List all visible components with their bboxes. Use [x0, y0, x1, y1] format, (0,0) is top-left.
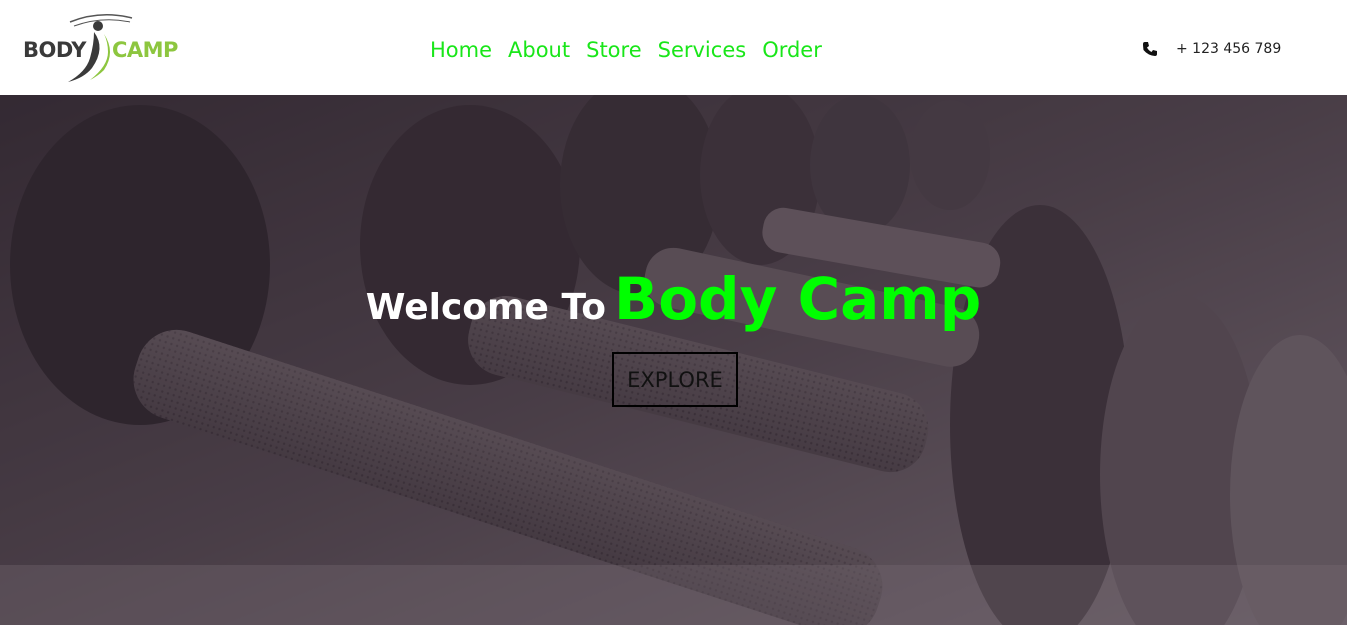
logo-text-body: BODY	[23, 38, 86, 62]
logo-text-camp: CAMP	[112, 38, 178, 62]
hero-welcome-text: Welcome To	[365, 287, 606, 328]
phone-icon	[1142, 41, 1158, 57]
nav-order[interactable]: Order	[762, 34, 822, 66]
body-camp-logo[interactable]: BODY CAMP	[20, 12, 180, 84]
contact-phone[interactable]: + 123 456 789	[1142, 38, 1281, 60]
phone-number: + 123 456 789	[1176, 41, 1282, 57]
nav-services[interactable]: Services	[658, 34, 747, 66]
nav-store[interactable]: Store	[586, 34, 642, 66]
hero-banner: Welcome To Body Camp EXPLORE	[0, 95, 1347, 625]
hero-brand-text: Body Camp	[614, 265, 982, 333]
nav-about[interactable]: About	[508, 34, 570, 66]
main-nav: Home About Store Services Order	[430, 34, 822, 66]
nav-home[interactable]: Home	[430, 34, 492, 66]
site-header: BODY CAMP Home About Store Services Orde…	[0, 0, 1347, 95]
explore-button[interactable]: EXPLORE	[612, 352, 738, 407]
hero-title: Welcome To Body Camp	[0, 265, 1347, 333]
